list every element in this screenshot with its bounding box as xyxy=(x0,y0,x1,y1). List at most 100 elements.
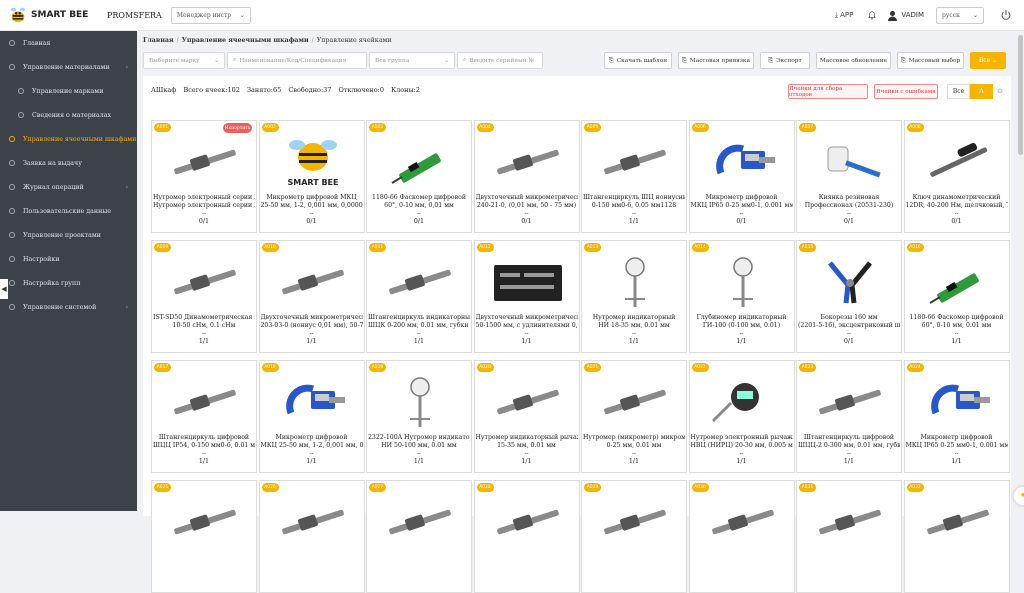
cell-card[interactable]: A016 1180-66 Фаскомер цифровой 60°, 0-10 м… xyxy=(903,240,1010,353)
segment-a[interactable]: A xyxy=(970,84,993,99)
brand-logo[interactable]: SMART BEE xyxy=(9,6,97,24)
select-icon: ⎘ xyxy=(900,56,906,64)
chevron-down-icon: ⌄ xyxy=(239,11,245,19)
breadcrumb-home[interactable]: Главная xyxy=(143,37,174,44)
cell-code-badge: A028 xyxy=(476,483,494,492)
cell-card[interactable]: A004 Двухточечный микрометрическ… 240-21-0… xyxy=(473,120,580,233)
cell-name: Глубиномер индикаторный ГИ-100 (0-100 мм,… xyxy=(691,314,793,330)
cell-name: 1180-66 Фаскомер цифровой 60°, 0-10 мм, 0… xyxy=(368,194,470,210)
cell-count: 1/1 xyxy=(628,458,640,465)
bulk-update-button[interactable]: Массовое обновление xyxy=(816,52,891,69)
cell-card[interactable]: A003 1180-66 Фаскомер цифровой 60°, 0-10 м… xyxy=(366,120,472,233)
download-icon: ⎘ xyxy=(608,56,614,64)
download-template-button[interactable]: ⎘ Скачать шаблон xyxy=(604,52,672,69)
cell-card[interactable]: A012 Двухточечный микрометрическ… 50-1500 … xyxy=(473,240,580,353)
language-select[interactable]: русск ⌄ xyxy=(936,6,984,24)
sidebar-item[interactable]: Управление проектами xyxy=(0,223,137,247)
page-scrollbar[interactable] xyxy=(1017,31,1024,511)
cell-card[interactable]: A014 Глубиномер индикаторный ГИ-100 (0-100… xyxy=(688,240,795,353)
group-filter-select[interactable]: Вся группа ⌄ xyxy=(369,52,455,69)
sidebar-item[interactable]: Управление марками xyxy=(0,79,137,103)
search-input[interactable]: ⌕ Наименование/Код/Спецификация xyxy=(227,52,367,69)
cell-card[interactable]: A021 Нутромер (микрометр) микроме… 0-25 мм… xyxy=(581,360,687,473)
sidebar-item[interactable]: Управление ячеечными шкафами xyxy=(0,127,137,151)
cell-divider: -- xyxy=(309,330,314,337)
cell-card[interactable]: A009 IST-SD50 Динамометрическая ц… 10-50 с… xyxy=(151,240,257,353)
app-download-link[interactable]: ⤓ APP xyxy=(835,11,854,20)
scrollbar-thumb[interactable] xyxy=(1018,35,1023,155)
cell-card[interactable]: A010 Двухточечный микрометрическ… 203-03-0… xyxy=(258,240,365,353)
cell-card[interactable]: A017 Штангенциркуль цифровой ШЦЦ IP54, 0-1… xyxy=(151,360,257,473)
cell-card[interactable]: A028 xyxy=(473,480,580,593)
cell-name-line2: НИ 18-35 мм, 0.01 мм xyxy=(598,322,670,329)
cell-card[interactable]: A008 Ключ динамометрический 12DR, 40-200 Н… xyxy=(903,120,1010,233)
cell-name-line2: 10-50 сНм, 0.1 сНм xyxy=(172,322,236,329)
breadcrumb-section[interactable]: Управление ячеечными шкафами xyxy=(182,37,309,44)
filter-bar: Выберите марку ⌄ ⌕ Наименование/Код/Специф… xyxy=(143,52,545,69)
sidebar-collapse-button[interactable]: ◀ xyxy=(0,279,8,299)
cell-name-line2: 50-1500 мм, с удлинителями 0,0… xyxy=(475,322,578,329)
cell-count: 1/1 xyxy=(736,458,747,465)
digital-micrometer-icon xyxy=(703,133,783,191)
repair-badge[interactable]: Испортить xyxy=(223,123,252,133)
cell-card[interactable]: A019 2322-100A Нутромер индикатор НИ 50-10… xyxy=(366,360,472,473)
cell-card[interactable]: A023 Штангенциркуль цифровой ШЦЦ-2 0-300 м… xyxy=(796,360,902,473)
error-cells-tag[interactable]: Ячейки с ошибками xyxy=(874,84,938,99)
cell-card[interactable]: A018 Микрометр цифровой МКЦ 25-50 мм, 1-2,… xyxy=(258,360,365,473)
cell-card[interactable]: A013 Нутромер индикаторный НИ 18-35 мм, 0.… xyxy=(581,240,687,353)
cell-card[interactable]: A029 xyxy=(581,480,687,593)
cell-card[interactable]: A002 SMART BEE Микрометр цифровой МКЦ 25-50… xyxy=(258,120,365,233)
cell-code-badge: A023 xyxy=(799,363,816,372)
sidebar-item[interactable]: Сведения о материалах xyxy=(0,103,137,127)
disabled-cells: Отключено:0 xyxy=(338,86,385,94)
role-select[interactable]: Менеджер инстр ⌄ xyxy=(170,6,251,24)
cell-card[interactable]: A025 xyxy=(151,480,257,593)
cell-card[interactable]: A006 Микрометр цифровой МКЦ IP65 0-25 мм0-… xyxy=(688,120,795,233)
sidebar-item[interactable]: Настройки xyxy=(0,247,137,271)
segment-all[interactable]: Все xyxy=(947,84,970,99)
cell-card[interactable]: A022 Нутромер электронный рычажныйНВЦ (НИ… xyxy=(688,360,795,473)
cell-name-line1: Нутромер индикаторный xyxy=(592,314,676,321)
cell-card[interactable]: A026 xyxy=(258,480,365,593)
sidebar-item[interactable]: Пользовательские данные xyxy=(0,199,137,223)
cell-card[interactable]: A020 Нутромер индикаторный рычаж… 15-35 мм… xyxy=(473,360,580,473)
cell-card[interactable]: A024 Микрометр цифровой МКЦ IP65 0-25 мм0-… xyxy=(903,360,1010,473)
bulk-select-button[interactable]: ⎘ Массовый выбор xyxy=(897,52,964,69)
top-bar: SMART BEE PROMSFERA Менеджер инстр ⌄ ⤓ AP… xyxy=(0,0,1024,31)
export-button[interactable]: ⎘ Экспорт xyxy=(760,52,810,69)
help-icon[interactable]: ⊙ xyxy=(997,84,1003,99)
sidebar-item[interactable]: Управление системой › xyxy=(0,295,137,319)
cell-divider: -- xyxy=(524,450,529,457)
logout-icon[interactable] xyxy=(1000,9,1012,21)
cell-card[interactable]: A032 xyxy=(903,480,1010,593)
waste-cells-tag[interactable]: Ячейки для сбора отходов xyxy=(788,84,868,99)
nav-bullet-icon xyxy=(9,184,15,190)
sidebar-item[interactable]: Управление материалами › xyxy=(0,55,137,79)
tool-icon xyxy=(380,493,460,551)
cell-card[interactable]: A005 Штангенциркуль ШЦ нониусный 0-150 мм0… xyxy=(581,120,687,233)
bulk-bind-button[interactable]: ⎘ Массовая привязка xyxy=(678,52,754,69)
cell-code-badge: A016 xyxy=(906,243,924,252)
cell-card[interactable]: A027 xyxy=(366,480,472,593)
cell-card[interactable]: A030 xyxy=(688,480,795,593)
cell-card[interactable]: A015 Бокорезы 160 мм (2201-5-16), эксцентр… xyxy=(796,240,902,353)
dial-caliper-icon xyxy=(380,253,460,311)
bell-icon[interactable] xyxy=(867,10,877,20)
all-dropdown-button[interactable]: Все ⌄ xyxy=(970,52,1006,69)
cell-card[interactable]: A001 Испортить Нутромер электронный серии … xyxy=(151,120,257,233)
sidebar-item-label: Пользовательские данные xyxy=(23,207,112,215)
sidebar-item[interactable]: Журнал операций › xyxy=(0,175,137,199)
tool-icon xyxy=(165,493,245,551)
cell-name-line2: ГИ-100 (0-100 мм, 0.01) xyxy=(702,322,781,329)
serial-input[interactable]: ⌕ Введите серийный № xyxy=(457,52,543,69)
cell-name-line2: 25-50 мм, 1-2, 0,001 мм, 0,00005 xyxy=(260,202,363,209)
cell-card[interactable]: A007 Киянка резиновая Профессионал (20531-… xyxy=(796,120,902,233)
sidebar-item[interactable]: Главная xyxy=(0,31,137,55)
cell-card[interactable]: A011 Штангенциркуль индикаторный ШЦК 0-200… xyxy=(366,240,472,353)
sidebar-item[interactable]: Настройка групп xyxy=(0,271,137,295)
user-menu[interactable]: VADIM xyxy=(887,10,924,21)
sidebar-item[interactable]: Заявка на выдачу xyxy=(0,151,137,175)
cell-card[interactable]: A031 xyxy=(796,480,902,593)
cell-name-line2: МКЦ IP65 0-25 мм0-1, 0.001 мм… xyxy=(690,202,793,209)
brand-filter-select[interactable]: Выберите марку ⌄ xyxy=(143,52,225,69)
